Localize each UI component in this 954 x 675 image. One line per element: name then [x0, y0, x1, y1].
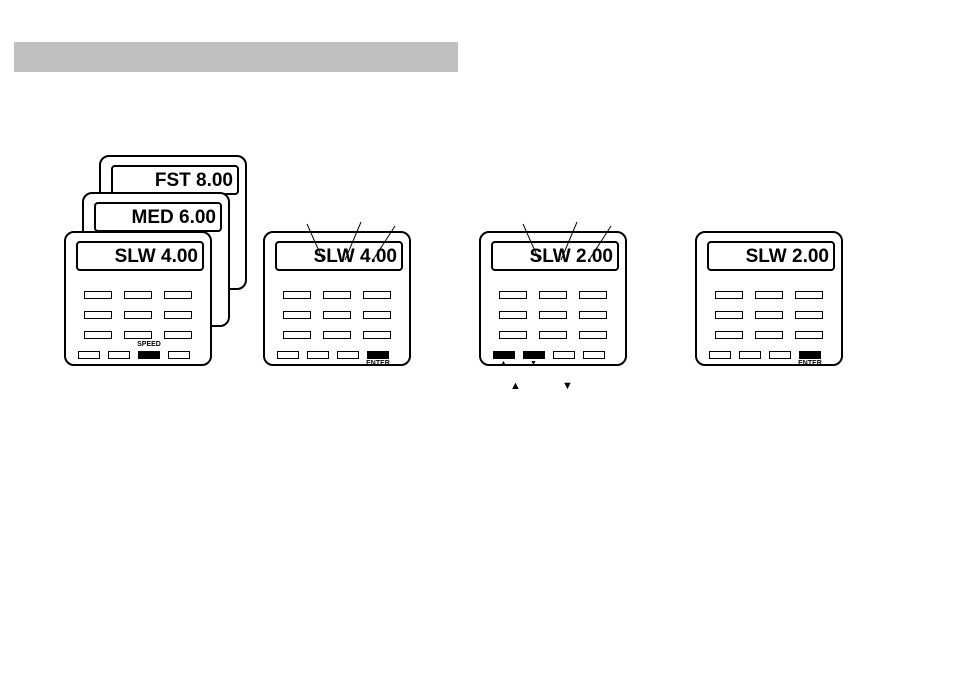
- display-value: SLW 4.00: [115, 246, 198, 268]
- down-arrow-icon: ▼: [530, 360, 537, 367]
- button[interactable]: [709, 351, 731, 359]
- button[interactable]: [755, 331, 783, 339]
- button[interactable]: [499, 291, 527, 299]
- button[interactable]: [323, 331, 351, 339]
- button[interactable]: [539, 331, 567, 339]
- button[interactable]: [579, 311, 607, 319]
- button[interactable]: [363, 331, 391, 339]
- gray-heading-bar: [14, 42, 458, 72]
- button[interactable]: [283, 311, 311, 319]
- enter-label: ENTER: [795, 360, 825, 367]
- button[interactable]: [739, 351, 761, 359]
- button[interactable]: [323, 311, 351, 319]
- button[interactable]: [499, 331, 527, 339]
- device-4: SLW 2.00 ENTER: [695, 231, 843, 366]
- display-value: SLW 2.00: [746, 246, 829, 268]
- button[interactable]: [579, 331, 607, 339]
- button[interactable]: [307, 351, 329, 359]
- arrow-button[interactable]: [493, 351, 515, 359]
- button[interactable]: [164, 291, 192, 299]
- button[interactable]: [553, 351, 575, 359]
- button[interactable]: [755, 311, 783, 319]
- button[interactable]: [78, 351, 100, 359]
- button[interactable]: [323, 291, 351, 299]
- enter-button[interactable]: [799, 351, 821, 359]
- button[interactable]: [124, 291, 152, 299]
- button[interactable]: [283, 291, 311, 299]
- button[interactable]: [715, 311, 743, 319]
- down-arrow-indicator: ▼: [562, 380, 573, 392]
- up-arrow-indicator: ▲: [510, 380, 521, 392]
- button[interactable]: [84, 311, 112, 319]
- button[interactable]: [795, 311, 823, 319]
- callout-lines-d2: [263, 220, 411, 280]
- speed-button[interactable]: [138, 351, 160, 359]
- callout-lines-d3: [479, 220, 627, 280]
- device-screen: MED 6.00: [94, 202, 222, 232]
- button[interactable]: [84, 291, 112, 299]
- button[interactable]: [795, 291, 823, 299]
- button[interactable]: [583, 351, 605, 359]
- device-screen: SLW 4.00: [76, 241, 204, 271]
- speed-label: SPEED: [134, 341, 164, 348]
- button[interactable]: [755, 291, 783, 299]
- enter-button[interactable]: [367, 351, 389, 359]
- button[interactable]: [337, 351, 359, 359]
- button[interactable]: [124, 311, 152, 319]
- button[interactable]: [124, 331, 152, 339]
- device-screen: SLW 2.00: [707, 241, 835, 271]
- display-value: MED 6.00: [132, 207, 216, 229]
- device-screen: FST 8.00: [111, 165, 239, 195]
- button[interactable]: [499, 311, 527, 319]
- display-value: FST 8.00: [155, 170, 233, 192]
- arrow-button[interactable]: [523, 351, 545, 359]
- device-stack-front: SLW 4.00 SPEED: [64, 231, 212, 366]
- button[interactable]: [579, 291, 607, 299]
- button[interactable]: [168, 351, 190, 359]
- button[interactable]: [283, 331, 311, 339]
- button[interactable]: [715, 291, 743, 299]
- button[interactable]: [84, 331, 112, 339]
- enter-label: ENTER: [363, 360, 393, 367]
- button[interactable]: [539, 311, 567, 319]
- button[interactable]: [277, 351, 299, 359]
- button[interactable]: [363, 291, 391, 299]
- button[interactable]: [108, 351, 130, 359]
- button[interactable]: [795, 331, 823, 339]
- button[interactable]: [164, 311, 192, 319]
- up-arrow-icon: ▲: [500, 360, 507, 367]
- button[interactable]: [539, 291, 567, 299]
- button[interactable]: [363, 311, 391, 319]
- button[interactable]: [769, 351, 791, 359]
- button[interactable]: [164, 331, 192, 339]
- button[interactable]: [715, 331, 743, 339]
